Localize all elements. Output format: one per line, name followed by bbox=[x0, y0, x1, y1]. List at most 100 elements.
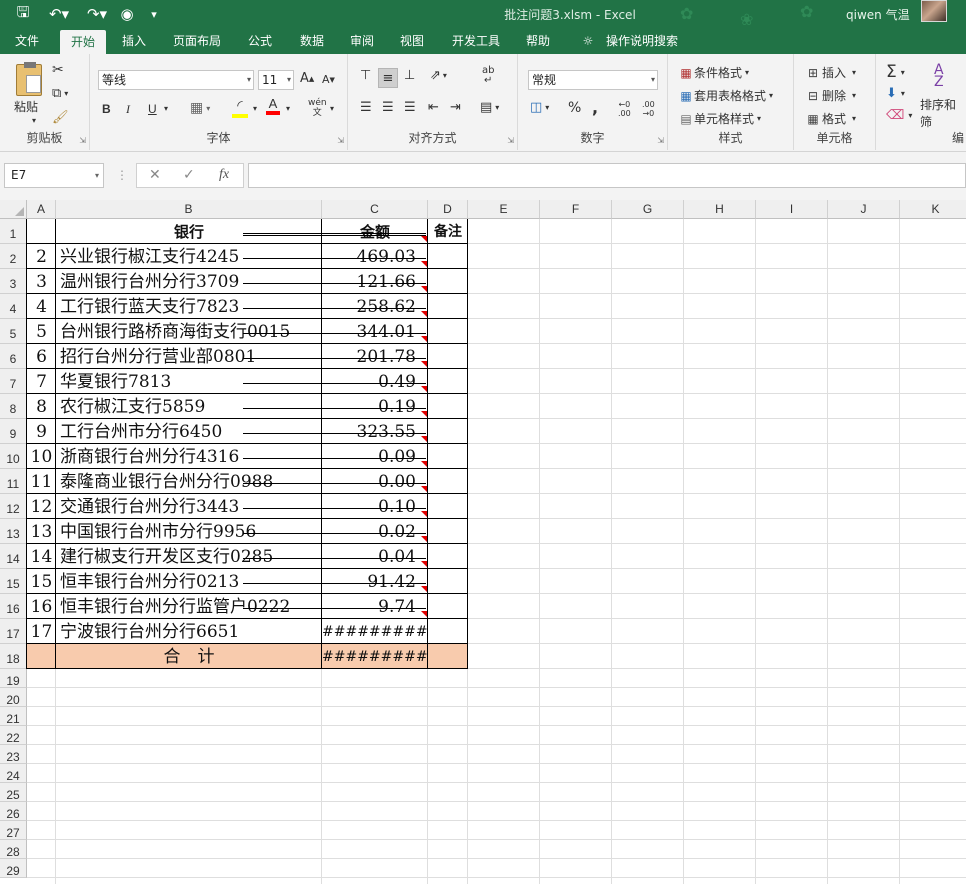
font-color-dropdown-icon[interactable]: ▾ bbox=[286, 104, 290, 113]
column-header-a[interactable]: A bbox=[27, 200, 56, 219]
row-number-cell[interactable]: 12 bbox=[27, 494, 56, 519]
font-name-select[interactable]: 等线 ▾ bbox=[98, 70, 254, 90]
row-header-13[interactable]: 13 bbox=[0, 519, 27, 544]
paste-dropdown-icon[interactable]: ▾ bbox=[32, 116, 36, 125]
border-icon[interactable]: ▦ ▾ bbox=[190, 100, 210, 116]
cell-styles-button[interactable]: ▤ 单元格样式 ▾ bbox=[678, 110, 761, 127]
header-bank[interactable]: 银行 bbox=[56, 219, 322, 244]
row-header-19[interactable]: 19 bbox=[0, 669, 27, 688]
bank-name-cell[interactable]: 中国银行台州市分行9956 bbox=[56, 519, 322, 544]
row-header-27[interactable]: 27 bbox=[0, 821, 27, 840]
conditional-format-button[interactable]: ▦ 条件格式 ▾ bbox=[678, 64, 749, 81]
comma-button[interactable]: , bbox=[592, 98, 598, 117]
clear-icon[interactable]: ⌫ ▾ bbox=[886, 108, 912, 123]
format-painter-icon[interactable]: 🖌 bbox=[52, 110, 69, 125]
row-number-cell[interactable]: 13 bbox=[27, 519, 56, 544]
row-number-cell[interactable]: 15 bbox=[27, 569, 56, 594]
row-number-cell[interactable]: 9 bbox=[27, 419, 56, 444]
row-header-11[interactable]: 11 bbox=[0, 469, 27, 494]
save-icon[interactable]: 🖫 bbox=[10, 0, 36, 28]
amount-cell[interactable]: 0.49 bbox=[322, 369, 428, 394]
row-number-cell[interactable]: 11 bbox=[27, 469, 56, 494]
tab-data[interactable]: 数据 bbox=[292, 28, 332, 54]
fill-icon[interactable]: ⬇ ▾ bbox=[886, 86, 905, 101]
number-launcher-icon[interactable]: ⇲ bbox=[657, 136, 664, 145]
row-number-cell[interactable]: 5 bbox=[27, 319, 56, 344]
redo-icon[interactable]: ↷▾ bbox=[82, 0, 112, 28]
bank-name-cell[interactable]: 华夏银行7813 bbox=[56, 369, 322, 394]
tab-file[interactable]: 文件 bbox=[6, 28, 48, 54]
bank-name-cell[interactable]: 交通银行台州分行3443 bbox=[56, 494, 322, 519]
column-header-b[interactable]: B bbox=[56, 200, 322, 219]
align-center-icon[interactable]: ☰ bbox=[382, 100, 394, 115]
avatar[interactable] bbox=[921, 0, 947, 22]
comment-indicator-icon[interactable] bbox=[421, 486, 427, 492]
worksheet[interactable]: ABCDEFGHIJK 1 2 3 4 5 6 7 8 9 10 11 12 13 14 15 16 17 18 1… bbox=[0, 200, 966, 884]
name-box[interactable]: E7 ▾ bbox=[4, 163, 104, 188]
row-header-9[interactable]: 9 bbox=[0, 419, 27, 444]
tab-insert[interactable]: 插入 bbox=[114, 28, 154, 54]
phonetic-icon[interactable]: wén 文 bbox=[308, 98, 327, 118]
comment-indicator-icon[interactable] bbox=[421, 236, 427, 242]
insert-cells-button[interactable]: ⊞ 插入 ▾ bbox=[804, 64, 856, 81]
comment-indicator-icon[interactable] bbox=[421, 461, 427, 467]
tab-developer[interactable]: 开发工具 bbox=[446, 28, 506, 54]
comment-indicator-icon[interactable] bbox=[421, 361, 427, 367]
bank-name-cell[interactable]: 温州银行台州分行3709 bbox=[56, 269, 322, 294]
percent-button[interactable]: % bbox=[568, 100, 581, 116]
column-header-d[interactable]: D bbox=[428, 200, 468, 219]
tab-help[interactable]: 帮助 bbox=[518, 28, 558, 54]
bank-name-cell[interactable]: 招行台州分行营业部0801 bbox=[56, 344, 322, 369]
bank-name-cell[interactable]: 恒丰银行台州分行监管户0222 bbox=[56, 594, 322, 619]
row-header-8[interactable]: 8 bbox=[0, 394, 27, 419]
header-note[interactable]: 备注 bbox=[428, 219, 468, 244]
paste-icon[interactable] bbox=[12, 62, 46, 98]
amount-cell[interactable]: 0.10 bbox=[322, 494, 428, 519]
row-header-3[interactable]: 3 bbox=[0, 269, 27, 294]
sort-filter-button[interactable]: 排序和筛 bbox=[920, 96, 966, 130]
user-name[interactable]: qiwen 气温 bbox=[846, 6, 910, 23]
comment-indicator-icon[interactable] bbox=[421, 511, 427, 517]
format-cells-button[interactable]: ▦ 格式 ▾ bbox=[804, 110, 856, 127]
row-header-23[interactable]: 23 bbox=[0, 745, 27, 764]
column-header-e[interactable]: E bbox=[468, 200, 540, 219]
row-header-26[interactable]: 26 bbox=[0, 802, 27, 821]
amount-cell[interactable]: 0.09 bbox=[322, 444, 428, 469]
tab-formulas[interactable]: 公式 bbox=[240, 28, 280, 54]
row-number-cell[interactable]: 4 bbox=[27, 294, 56, 319]
comment-indicator-icon[interactable] bbox=[421, 536, 427, 542]
column-header-i[interactable]: I bbox=[756, 200, 828, 219]
comment-indicator-icon[interactable] bbox=[421, 586, 427, 592]
row-header-17[interactable]: 17 bbox=[0, 619, 27, 644]
row-header-6[interactable]: 6 bbox=[0, 344, 27, 369]
font-launcher-icon[interactable]: ⇲ bbox=[337, 136, 344, 145]
formula-bar-grip-icon[interactable]: ⋮ bbox=[116, 168, 128, 182]
increase-font-icon[interactable]: A ▲ bbox=[300, 71, 314, 86]
row-header-24[interactable]: 24 bbox=[0, 764, 27, 783]
autosum-icon[interactable]: Σ ▾ bbox=[886, 62, 905, 82]
row-number-cell[interactable]: 2 bbox=[27, 244, 56, 269]
decrease-indent-icon[interactable]: ⇤ bbox=[428, 100, 439, 115]
total-amount-cell[interactable]: ######### bbox=[322, 644, 428, 669]
column-header-c[interactable]: C bbox=[322, 200, 428, 219]
column-header-h[interactable]: H bbox=[684, 200, 756, 219]
decrease-decimal-icon[interactable]: .00 →0 bbox=[642, 100, 655, 118]
row-header-4[interactable]: 4 bbox=[0, 294, 27, 319]
amount-cell[interactable]: 323.55 bbox=[322, 419, 428, 444]
cut-icon[interactable]: ✂ bbox=[52, 62, 64, 78]
comment-indicator-icon[interactable] bbox=[421, 386, 427, 392]
row-header-10[interactable]: 10 bbox=[0, 444, 27, 469]
total-label-cell[interactable]: 合 计 bbox=[56, 644, 322, 669]
font-color-icon[interactable]: A bbox=[266, 96, 280, 115]
comment-indicator-icon[interactable] bbox=[421, 261, 427, 267]
row-number-cell[interactable]: 6 bbox=[27, 344, 56, 369]
row-header-12[interactable]: 12 bbox=[0, 494, 27, 519]
format-as-table-button[interactable]: ▦ 套用表格格式 ▾ bbox=[678, 87, 773, 104]
enter-icon[interactable]: ✓ bbox=[183, 167, 195, 183]
amount-cell[interactable]: 201.78 bbox=[322, 344, 428, 369]
amount-cell[interactable]: 0.19 bbox=[322, 394, 428, 419]
comment-indicator-icon[interactable] bbox=[421, 436, 427, 442]
amount-cell[interactable]: ######### bbox=[322, 619, 428, 644]
amount-cell[interactable]: 0.04 bbox=[322, 544, 428, 569]
column-header-g[interactable]: G bbox=[612, 200, 684, 219]
